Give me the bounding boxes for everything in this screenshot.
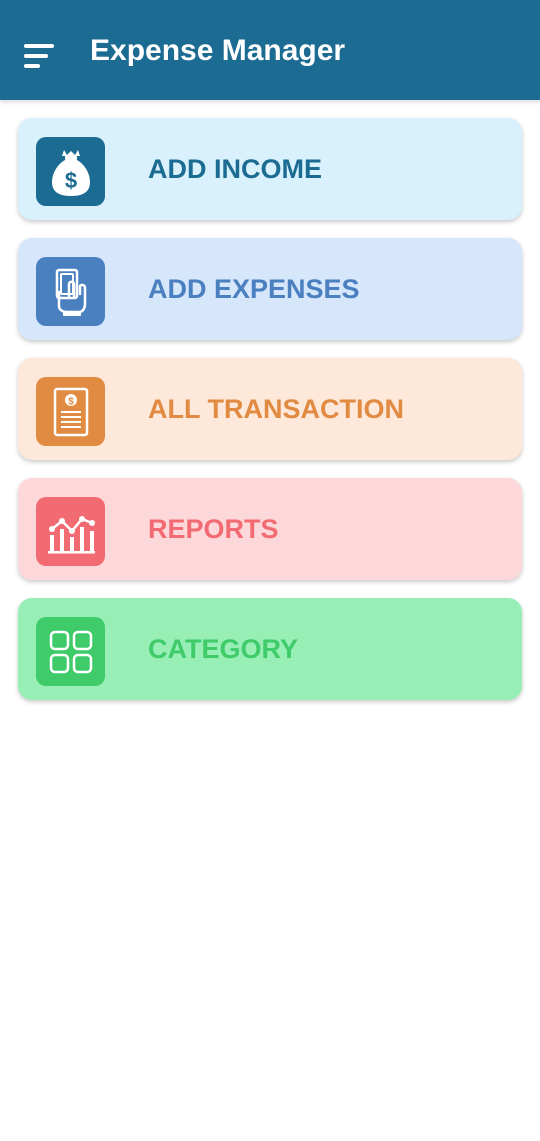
add-expenses-button[interactable]: ADD EXPENSES	[18, 238, 522, 340]
app-title: Expense Manager	[90, 34, 346, 67]
reports-label: REPORTS	[148, 514, 279, 544]
status-bar	[0, 0, 540, 10]
app-bar: Expense Manager	[0, 0, 540, 100]
menu-icon	[24, 44, 54, 68]
category-button[interactable]: CATEGORY	[18, 598, 522, 700]
add-income-label: ADD INCOME	[148, 154, 322, 184]
svg-text:$: $	[64, 168, 76, 193]
grid-icon	[36, 617, 105, 686]
add-income-button[interactable]: $ ADD INCOME	[18, 118, 522, 220]
add-expenses-label: ADD EXPENSES	[148, 274, 360, 304]
all-transaction-button[interactable]: $ ALL TRANSACTION	[18, 358, 522, 460]
category-label: CATEGORY	[148, 634, 299, 664]
svg-text:$: $	[68, 396, 74, 407]
receipt-icon: $	[36, 377, 105, 446]
menu-button[interactable]	[18, 36, 62, 76]
all-transaction-label: ALL TRANSACTION	[148, 394, 404, 424]
reports-button[interactable]: REPORTS	[18, 478, 522, 580]
menu-list: $ ADD INCOME ADD EXPENSES $ ALL TRANSACT…	[18, 118, 522, 718]
chart-icon	[36, 497, 105, 566]
money-bag-icon: $	[36, 137, 105, 206]
hand-cash-icon	[36, 257, 105, 326]
